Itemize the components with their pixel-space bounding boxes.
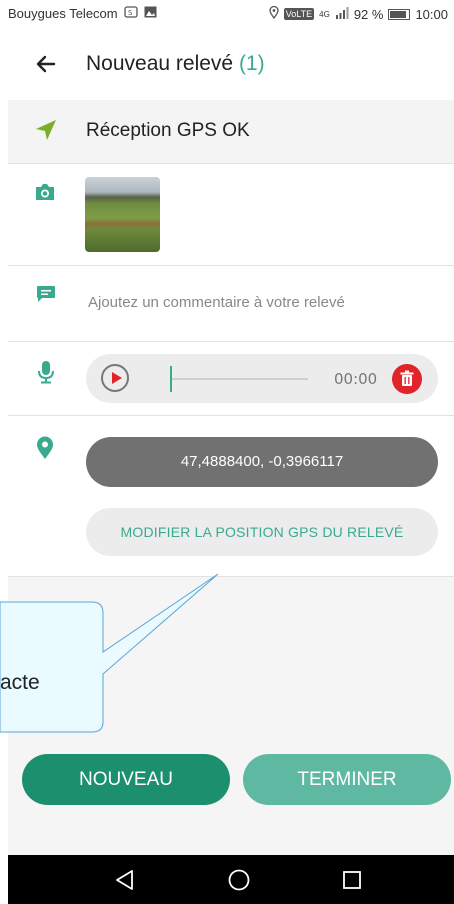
status-bar: Bouygues Telecom S VoLTE 4G 92 % 10:00 bbox=[0, 0, 454, 28]
navigation-arrow-icon bbox=[34, 118, 58, 142]
camera-icon[interactable] bbox=[34, 182, 56, 202]
page-title-text: Nouveau relevé bbox=[86, 52, 234, 75]
trash-icon bbox=[400, 370, 414, 386]
play-icon bbox=[112, 372, 122, 384]
battery-icon bbox=[388, 8, 411, 20]
comment-row bbox=[8, 266, 454, 342]
nav-home-icon[interactable] bbox=[227, 868, 251, 892]
image-notification-icon bbox=[144, 6, 157, 21]
clock: 10:00 bbox=[415, 6, 448, 22]
battery-percent: 92 % bbox=[353, 6, 384, 22]
gps-coordinates: 47,4888400, -0,3966117 bbox=[86, 437, 438, 487]
photo-thumbnail[interactable] bbox=[85, 177, 160, 252]
position-row: 47,4888400, -0,3966117 MODIFIER LA POSIT… bbox=[8, 416, 454, 577]
comment-icon bbox=[36, 285, 56, 303]
delete-audio-button[interactable] bbox=[392, 364, 422, 394]
audio-row: 00:00 bbox=[8, 342, 454, 416]
tooltip-text: acte bbox=[0, 671, 40, 694]
microphone-icon[interactable] bbox=[38, 360, 54, 384]
gps-status-label: Réception GPS OK bbox=[86, 120, 250, 141]
signal-icon bbox=[335, 6, 349, 22]
gps-status-row: Réception GPS OK bbox=[8, 100, 454, 164]
app-bar: Nouveau relevé (1) bbox=[0, 36, 454, 98]
carrier-name: Bouygues Telecom bbox=[8, 6, 118, 21]
nav-recents-icon[interactable] bbox=[341, 869, 363, 891]
back-arrow-icon[interactable] bbox=[32, 50, 60, 78]
audio-player: 00:00 bbox=[86, 354, 438, 403]
location-status-icon bbox=[269, 5, 279, 22]
screenshot-icon: S bbox=[123, 6, 138, 21]
photo-row bbox=[8, 164, 454, 266]
audio-seek-bar[interactable] bbox=[170, 378, 308, 380]
system-nav-bar bbox=[8, 855, 454, 904]
modify-gps-position-button[interactable]: MODIFIER LA POSITION GPS DU RELEVÉ bbox=[86, 508, 438, 556]
nav-back-icon[interactable] bbox=[113, 868, 137, 892]
page-title: Nouveau relevé (1) bbox=[86, 52, 265, 76]
volte-badge: VoLTE bbox=[283, 8, 315, 20]
tooltip-callout bbox=[0, 573, 219, 733]
svg-text:S: S bbox=[128, 9, 133, 17]
new-record-button[interactable]: NOUVEAU bbox=[22, 754, 230, 805]
audio-time: 00:00 bbox=[334, 370, 378, 388]
play-button[interactable] bbox=[101, 364, 129, 392]
network-type: 4G bbox=[319, 9, 330, 19]
finish-button[interactable]: TERMINER bbox=[243, 754, 451, 805]
map-pin-icon bbox=[36, 436, 54, 460]
audio-seek-cursor[interactable] bbox=[170, 366, 172, 392]
record-count: (1) bbox=[238, 52, 265, 75]
comment-input[interactable] bbox=[88, 294, 418, 311]
